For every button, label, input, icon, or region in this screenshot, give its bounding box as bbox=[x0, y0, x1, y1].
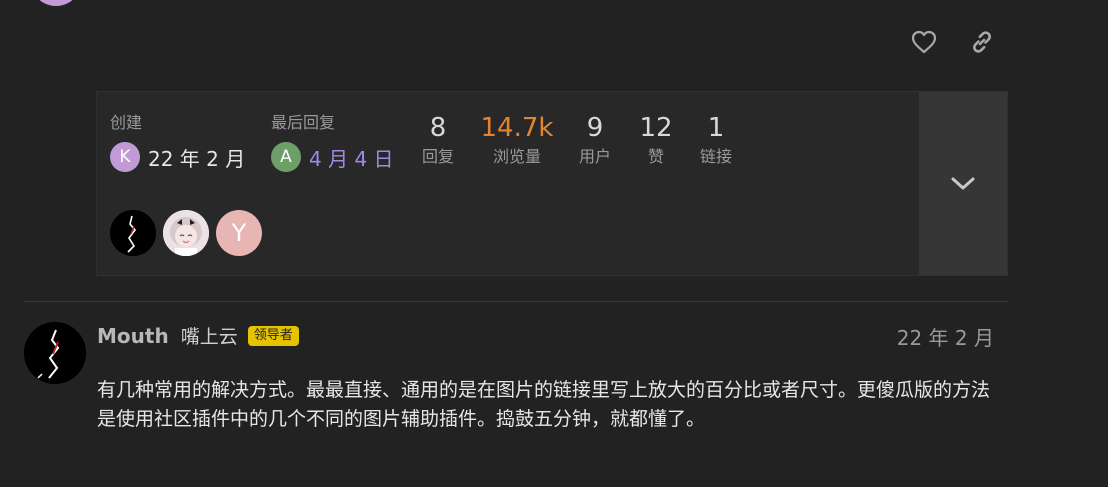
participant-list: Y bbox=[110, 210, 269, 256]
participant-avatar[interactable] bbox=[110, 210, 156, 256]
stat-likes: 12 赞 bbox=[631, 112, 681, 168]
last-replier-avatar[interactable]: A bbox=[271, 142, 301, 172]
copy-link-button[interactable] bbox=[964, 24, 1000, 60]
stat-views: 14.7k 浏览量 bbox=[479, 112, 555, 168]
post-body: 有几种常用的解决方式。最最直接、通用的是在图片的链接里写上放大的百分比或者尺寸。… bbox=[97, 379, 991, 430]
stat-links-number: 1 bbox=[707, 113, 725, 143]
dark-avatar-icon bbox=[110, 210, 156, 256]
user-title-badge: 领导者 bbox=[247, 325, 299, 346]
anime-avatar-icon bbox=[163, 210, 209, 256]
link-icon bbox=[973, 31, 991, 53]
participant-avatar[interactable]: Y bbox=[216, 210, 262, 256]
stat-likes-label: 赞 bbox=[647, 147, 664, 166]
dark-avatar-icon bbox=[24, 322, 86, 384]
last-reply-column: 最后回复 A 4 月 4 日 bbox=[271, 112, 394, 172]
stat-views-number: 14.7k bbox=[480, 113, 554, 143]
heart-icon bbox=[911, 30, 937, 54]
created-date: 22 年 2 月 bbox=[148, 146, 246, 171]
stat-replies-label: 回复 bbox=[421, 147, 454, 166]
stat-links[interactable]: 1 链接 bbox=[691, 112, 741, 168]
participant-avatar[interactable] bbox=[163, 210, 209, 256]
stat-links-label: 链接 bbox=[699, 147, 732, 166]
expand-topic-map-button[interactable] bbox=[919, 92, 1007, 275]
post-author-avatar[interactable] bbox=[24, 322, 86, 384]
last-reply-label: 最后回复 bbox=[271, 113, 336, 132]
last-reply-date[interactable]: 4 月 4 日 bbox=[309, 143, 394, 172]
stat-users: 9 用户 bbox=[570, 112, 620, 168]
post-date[interactable]: 22 年 2 月 bbox=[897, 322, 994, 351]
topic-map: 创建 K 22 年 2 月 最后回复 A 4 月 4 日 8 回复 14.7k … bbox=[96, 91, 1008, 276]
post-header: Mouth 嘴上云 领导者 bbox=[97, 322, 299, 349]
post-username[interactable]: Mouth bbox=[97, 324, 169, 348]
post-full-name[interactable]: 嘴上云 bbox=[181, 322, 238, 349]
stat-users-label: 用户 bbox=[578, 147, 611, 166]
created-column: 创建 K 22 年 2 月 bbox=[110, 112, 245, 172]
stat-likes-number: 12 bbox=[639, 113, 673, 143]
post-divider bbox=[24, 301, 1008, 302]
stat-users-number: 9 bbox=[586, 113, 604, 143]
stat-replies: 8 回复 bbox=[413, 112, 463, 168]
creator-avatar[interactable]: K bbox=[110, 142, 140, 172]
chevron-down-icon bbox=[951, 177, 975, 189]
previous-post-avatar[interactable] bbox=[30, 0, 82, 6]
topic-page: 创建 K 22 年 2 月 最后回复 A 4 月 4 日 8 回复 14.7k … bbox=[0, 0, 1108, 487]
created-label: 创建 bbox=[110, 113, 143, 132]
like-button[interactable] bbox=[906, 24, 942, 60]
stat-views-label: 浏览量 bbox=[492, 147, 541, 166]
stat-replies-number: 8 bbox=[429, 113, 447, 143]
